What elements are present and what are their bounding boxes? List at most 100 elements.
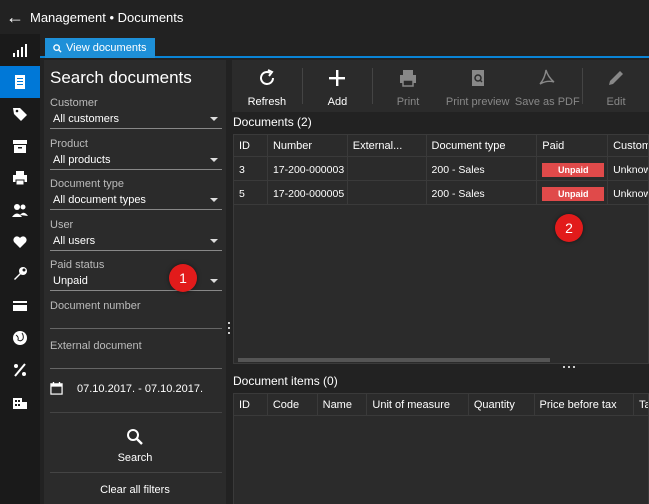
horizontal-splitter[interactable] bbox=[233, 364, 649, 370]
left-nav bbox=[0, 34, 40, 504]
documents-grid: ID Number External... Document type Paid… bbox=[233, 134, 649, 364]
printer-icon bbox=[13, 171, 27, 186]
cell-document-type: 200 - Sales bbox=[427, 157, 538, 180]
pdf-icon bbox=[539, 69, 555, 85]
print-label: Print bbox=[396, 96, 420, 108]
add-label: Add bbox=[327, 96, 348, 108]
cell-paid: Unpaid bbox=[537, 181, 609, 204]
nav-print[interactable] bbox=[0, 162, 40, 194]
tab-view-documents[interactable]: View documents bbox=[45, 38, 155, 58]
chevron-down-icon bbox=[210, 117, 218, 121]
globe-icon bbox=[13, 331, 27, 345]
document-items-title: Document items (0) bbox=[233, 374, 338, 388]
column-header-number[interactable]: Number bbox=[268, 135, 348, 156]
add-button[interactable]: Add bbox=[303, 60, 373, 112]
refresh-button[interactable]: Refresh bbox=[232, 60, 302, 112]
document-items-grid-header: ID Code Name Unit of measure Quantity Pr… bbox=[234, 394, 648, 416]
cell-customer: Unknow bbox=[613, 188, 649, 200]
document-number-input[interactable] bbox=[50, 328, 222, 329]
user-select[interactable]: All users bbox=[50, 233, 222, 251]
external-document-label: External document bbox=[50, 340, 142, 352]
column-header-id[interactable]: ID bbox=[234, 394, 268, 415]
plus-icon bbox=[329, 70, 346, 86]
column-header-tax[interactable]: Ta bbox=[634, 394, 648, 415]
window-title: Management • Documents bbox=[30, 9, 184, 25]
percent-icon bbox=[14, 363, 26, 377]
nav-tools[interactable] bbox=[0, 258, 40, 290]
credit-card-icon bbox=[13, 301, 27, 311]
calendar-icon bbox=[50, 382, 63, 395]
nav-products[interactable] bbox=[0, 98, 40, 130]
cell-paid: Unpaid bbox=[537, 157, 609, 180]
external-document-input[interactable] bbox=[50, 368, 222, 369]
callout-marker-2: 2 bbox=[555, 214, 583, 242]
column-header-id[interactable]: ID bbox=[234, 135, 268, 156]
column-header-external[interactable]: External... bbox=[348, 135, 427, 156]
cell-customer: Unknow bbox=[613, 164, 649, 176]
customer-label: Customer bbox=[50, 97, 98, 109]
vertical-splitter[interactable] bbox=[226, 60, 232, 504]
search-panel-title: Search documents bbox=[50, 68, 192, 87]
product-value: All products bbox=[53, 154, 111, 166]
cell-external bbox=[348, 181, 427, 204]
cell-number: 17-200-000003 bbox=[268, 157, 348, 180]
column-header-price-before-tax[interactable]: Price before tax bbox=[535, 394, 634, 415]
print-preview-button[interactable]: Print preview bbox=[443, 60, 513, 112]
save-as-pdf-button[interactable]: Save as PDF bbox=[513, 60, 583, 112]
column-header-unit-of-measure[interactable]: Unit of measure bbox=[367, 394, 469, 415]
nav-stock[interactable] bbox=[0, 130, 40, 162]
archive-icon bbox=[13, 140, 27, 153]
bar-chart-icon bbox=[13, 44, 27, 57]
edit-button[interactable]: Edit bbox=[583, 60, 649, 112]
chevron-down-icon bbox=[210, 239, 218, 243]
nav-web[interactable] bbox=[0, 322, 40, 354]
splitter-handle[interactable] bbox=[228, 322, 230, 336]
search-button[interactable]: Search bbox=[44, 422, 226, 464]
nav-documents[interactable] bbox=[0, 66, 40, 98]
user-value: All users bbox=[53, 235, 96, 247]
refresh-icon bbox=[259, 69, 274, 85]
back-arrow-icon[interactable]: ← bbox=[0, 7, 30, 28]
customer-value: All customers bbox=[53, 113, 120, 125]
document-type-label: Document type bbox=[50, 178, 124, 190]
status-badge: Unpaid bbox=[542, 163, 605, 177]
save-as-pdf-label: Save as PDF bbox=[514, 96, 580, 108]
document-type-select[interactable]: All document types bbox=[50, 192, 222, 210]
column-header-customer[interactable]: Custom bbox=[608, 135, 648, 156]
tab-bar: View documents bbox=[40, 34, 649, 58]
heart-icon bbox=[13, 236, 27, 248]
nav-discounts[interactable] bbox=[0, 354, 40, 386]
print-preview-icon bbox=[471, 70, 484, 86]
print-button[interactable]: Print bbox=[373, 60, 443, 112]
nav-dashboard[interactable] bbox=[0, 34, 40, 66]
product-select[interactable]: All products bbox=[50, 152, 222, 170]
tab-label: View documents bbox=[66, 42, 147, 54]
nav-company[interactable] bbox=[0, 386, 40, 418]
status-badge: Unpaid bbox=[542, 187, 605, 201]
date-range-picker[interactable]: 07.10.2017. - 07.10.2017. bbox=[50, 382, 203, 395]
horizontal-scrollbar[interactable] bbox=[238, 358, 550, 362]
nav-payments[interactable] bbox=[0, 290, 40, 322]
customer-select[interactable]: All customers bbox=[50, 111, 222, 129]
column-header-name[interactable]: Name bbox=[318, 394, 368, 415]
search-button-label: Search bbox=[117, 452, 153, 464]
column-header-document-type[interactable]: Document type bbox=[427, 135, 538, 156]
table-row[interactable]: 5 17-200-000005 200 - Sales Unpaid Unkno… bbox=[234, 181, 648, 205]
cell-number: 17-200-000005 bbox=[268, 181, 348, 204]
column-header-paid[interactable]: Paid bbox=[537, 135, 609, 156]
callout-marker-1: 1 bbox=[169, 264, 197, 292]
cell-document-type: 200 - Sales bbox=[427, 181, 538, 204]
column-header-code[interactable]: Code bbox=[268, 394, 318, 415]
column-header-quantity[interactable]: Quantity bbox=[469, 394, 535, 415]
document-icon bbox=[15, 75, 25, 89]
splitter-handle[interactable] bbox=[563, 366, 577, 368]
date-range-value: 07.10.2017. - 07.10.2017. bbox=[77, 382, 203, 395]
pencil-icon bbox=[609, 71, 624, 85]
print-preview-label: Print preview bbox=[445, 96, 510, 108]
nav-users[interactable] bbox=[0, 194, 40, 226]
clear-all-filters-button[interactable]: Clear all filters bbox=[44, 484, 226, 496]
chevron-down-icon bbox=[210, 198, 218, 202]
table-row[interactable]: 3 17-200-000003 200 - Sales Unpaid Unkno… bbox=[234, 157, 648, 181]
documents-title: Documents (2) bbox=[233, 115, 312, 129]
nav-favorites[interactable] bbox=[0, 226, 40, 258]
